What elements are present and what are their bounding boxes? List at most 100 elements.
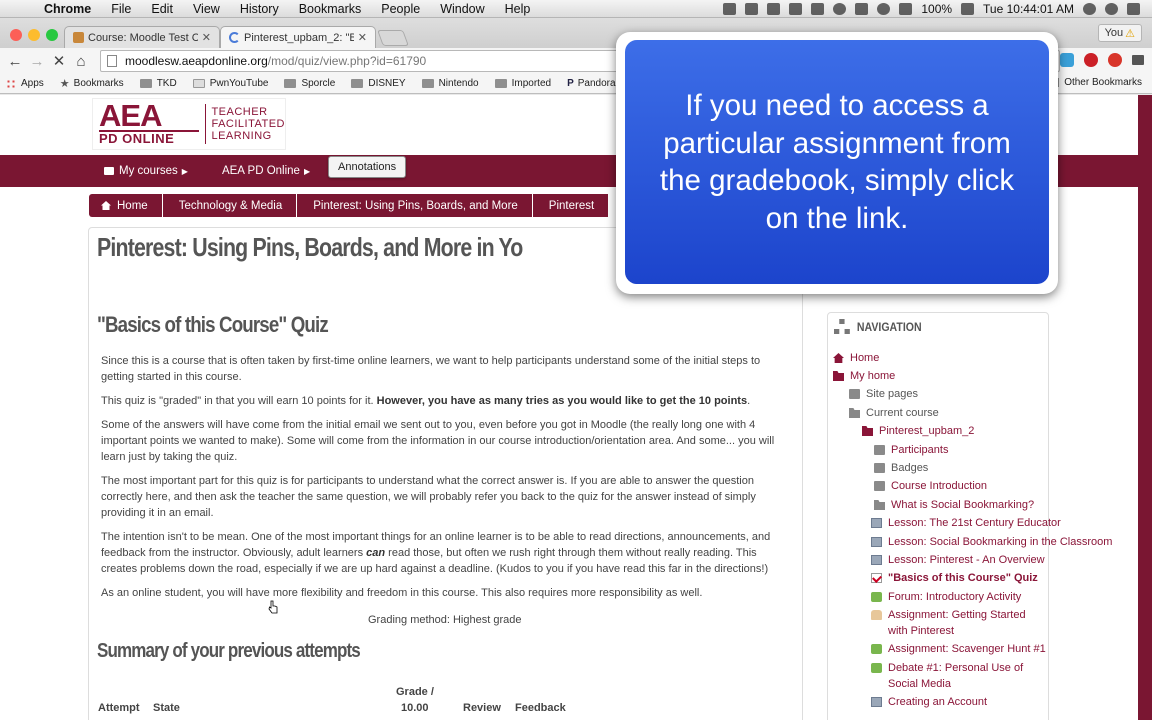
breadcrumb-home[interactable]: Home (89, 194, 163, 217)
bookmark-apps[interactable]: Apps (6, 78, 44, 89)
extension-status-icon[interactable] (723, 2, 737, 15)
volume-icon[interactable] (899, 2, 913, 15)
bookmark-imported[interactable]: Imported (494, 78, 551, 89)
spotlight-search-icon[interactable] (1105, 2, 1118, 15)
forward-arrow-icon[interactable]: → (26, 53, 48, 70)
nav-participants[interactable]: Participants (874, 442, 948, 458)
column-header-grade: Grade / (396, 686, 434, 698)
menu-app-name[interactable]: Chrome (34, 2, 101, 16)
drive-icon[interactable] (811, 2, 825, 15)
nav-lesson-21st-century[interactable]: Lesson: The 21st Century Educator (871, 515, 1061, 531)
importance-paragraph: The most important part for this quiz is… (101, 475, 756, 519)
tab-quiz[interactable]: Pinterest_upbam_2: "Basic ✕ (220, 26, 376, 48)
nav-site-pages[interactable]: Site pages (849, 386, 918, 402)
nav-forum-introductory[interactable]: Forum: Introductory Activity (871, 589, 1021, 605)
back-arrow-icon[interactable]: ← (4, 53, 26, 70)
nav-home[interactable]: Home (833, 350, 879, 366)
nav-debate-1[interactable]: Debate #1: Personal Use of Social Media (871, 660, 1047, 692)
pinterest-icon[interactable] (1084, 53, 1098, 67)
bookmark-status-icon[interactable] (745, 2, 759, 15)
aea-logo[interactable]: AEA PD ONLINE TEACHER FACILITATED LEARNI… (92, 98, 286, 150)
quiz-heading: "Basics of this Course" Quiz (97, 312, 329, 337)
nav-aea-pd-online[interactable]: AEA PD Online ▶ (222, 165, 310, 177)
bluetooth-icon[interactable] (855, 2, 869, 15)
column-header-state: State (153, 702, 180, 714)
ublock-icon[interactable] (1108, 53, 1122, 67)
menu-people[interactable]: People (371, 2, 430, 16)
breadcrumb-label: Pinterest: Using Pins, Boards, and More (313, 199, 518, 212)
bookmark-disney[interactable]: DISNEY (351, 78, 406, 89)
other-bookmarks[interactable]: Other Bookmarks (1047, 77, 1142, 88)
forum-icon (871, 644, 882, 654)
menu-bookmarks[interactable]: Bookmarks (289, 2, 372, 16)
bookmark-sporcle[interactable]: Sporcle (284, 78, 335, 89)
grading-paragraph: This quiz is "graded" in that you will e… (101, 393, 791, 409)
bookmark-label: TKD (156, 78, 177, 89)
breadcrumb-label: Technology & Media (178, 199, 283, 212)
home-icon[interactable]: ⌂ (70, 53, 92, 70)
caret-right-icon: ▶ (303, 166, 311, 176)
dropbox-icon[interactable] (789, 2, 803, 15)
home-icon (833, 353, 844, 363)
breadcrumb-pinterest[interactable]: Pinterest (532, 194, 610, 217)
folder-icon (494, 79, 507, 88)
battery-icon[interactable] (961, 2, 975, 15)
menu-window[interactable]: Window (430, 2, 494, 16)
nav-lesson-pinterest-overview[interactable]: Lesson: Pinterest - An Overview (871, 552, 1045, 568)
wifi-icon[interactable] (877, 2, 891, 15)
bookmark-bookmarks[interactable]: ★ Bookmarks (60, 77, 124, 90)
nav-assignment-getting-started[interactable]: Assignment: Getting Started with Pintere… (871, 607, 1047, 639)
folder-icon (139, 79, 152, 88)
star-icon: ★ (59, 78, 70, 90)
caret-right-icon: ▶ (181, 166, 188, 176)
page-icon (107, 55, 117, 67)
nav-lesson-social-bookmarking[interactable]: Lesson: Social Bookmarking in the Classr… (871, 534, 1112, 550)
menu-file[interactable]: File (101, 2, 141, 16)
navigation-heading[interactable]: NAVIGATION (834, 319, 922, 335)
stop-loading-icon[interactable]: ✕ (48, 52, 70, 70)
minimize-window-button[interactable] (28, 29, 40, 41)
profile-button[interactable]: You ⚠ (1097, 24, 1142, 42)
bookmark-nintendo[interactable]: Nintendo (421, 78, 479, 89)
shield-icon[interactable] (767, 2, 781, 15)
close-tab-icon[interactable]: ✕ (358, 31, 367, 44)
nav-creating-account[interactable]: Creating an Account (871, 694, 987, 710)
nav-assignment-scavenger-hunt[interactable]: Assignment: Scavenger Hunt #1 (871, 641, 1046, 657)
nav-basics-quiz[interactable]: "Basics of this Course" Quiz (871, 570, 1038, 586)
extension-icon[interactable] (1060, 53, 1074, 67)
notification-center-icon[interactable] (1127, 2, 1140, 15)
callout-text: If you need to access a particular assig… (659, 89, 1015, 235)
nav-current-course[interactable]: Current course (849, 405, 939, 421)
bookmark-tkd[interactable]: TKD (139, 78, 177, 89)
nav-badges[interactable]: Badges (874, 460, 928, 476)
nav-item-label: Home (850, 352, 880, 364)
breadcrumb-course[interactable]: Pinterest: Using Pins, Boards, and More (297, 194, 533, 217)
zoom-window-button[interactable] (46, 29, 58, 41)
nav-what-is-social-bookmarking[interactable]: What is Social Bookmarking? (874, 497, 1034, 513)
nav-item-label: Course Introduction (891, 480, 987, 492)
logo-divider (204, 104, 206, 144)
new-tab-button[interactable] (377, 30, 409, 46)
sitemap-icon (834, 319, 851, 335)
close-tab-icon[interactable]: ✕ (202, 31, 211, 44)
time-machine-icon[interactable] (833, 2, 847, 15)
menu-edit[interactable]: Edit (141, 2, 183, 16)
close-window-button[interactable] (10, 29, 22, 41)
nav-item-label: What is Social Bookmarking? (891, 499, 1035, 511)
breadcrumb-technology-media[interactable]: Technology & Media (162, 194, 298, 217)
nav-course-pinterest[interactable]: Pinterest_upbam_2 (862, 423, 974, 439)
menu-history[interactable]: History (230, 2, 289, 16)
chrome-menu-icon[interactable] (1132, 55, 1144, 65)
clock[interactable]: Tue 10:44:01 AM (983, 2, 1074, 16)
bookmark-label: Bookmarks (73, 78, 124, 89)
nav-course-introduction[interactable]: Course Introduction (874, 478, 987, 494)
user-icon[interactable] (1083, 2, 1096, 15)
menu-view[interactable]: View (183, 2, 230, 16)
folder-icon (874, 481, 885, 491)
bookmark-pwnyoutube[interactable]: PwnYouTube (192, 78, 268, 89)
breadcrumb-label: Home (117, 199, 148, 212)
tab-course[interactable]: Course: Moodle Test Cours ✕ (64, 26, 220, 48)
nav-my-home[interactable]: My home (833, 368, 895, 384)
nav-my-courses[interactable]: My courses ▶ (104, 165, 188, 177)
menu-help[interactable]: Help (495, 2, 541, 16)
